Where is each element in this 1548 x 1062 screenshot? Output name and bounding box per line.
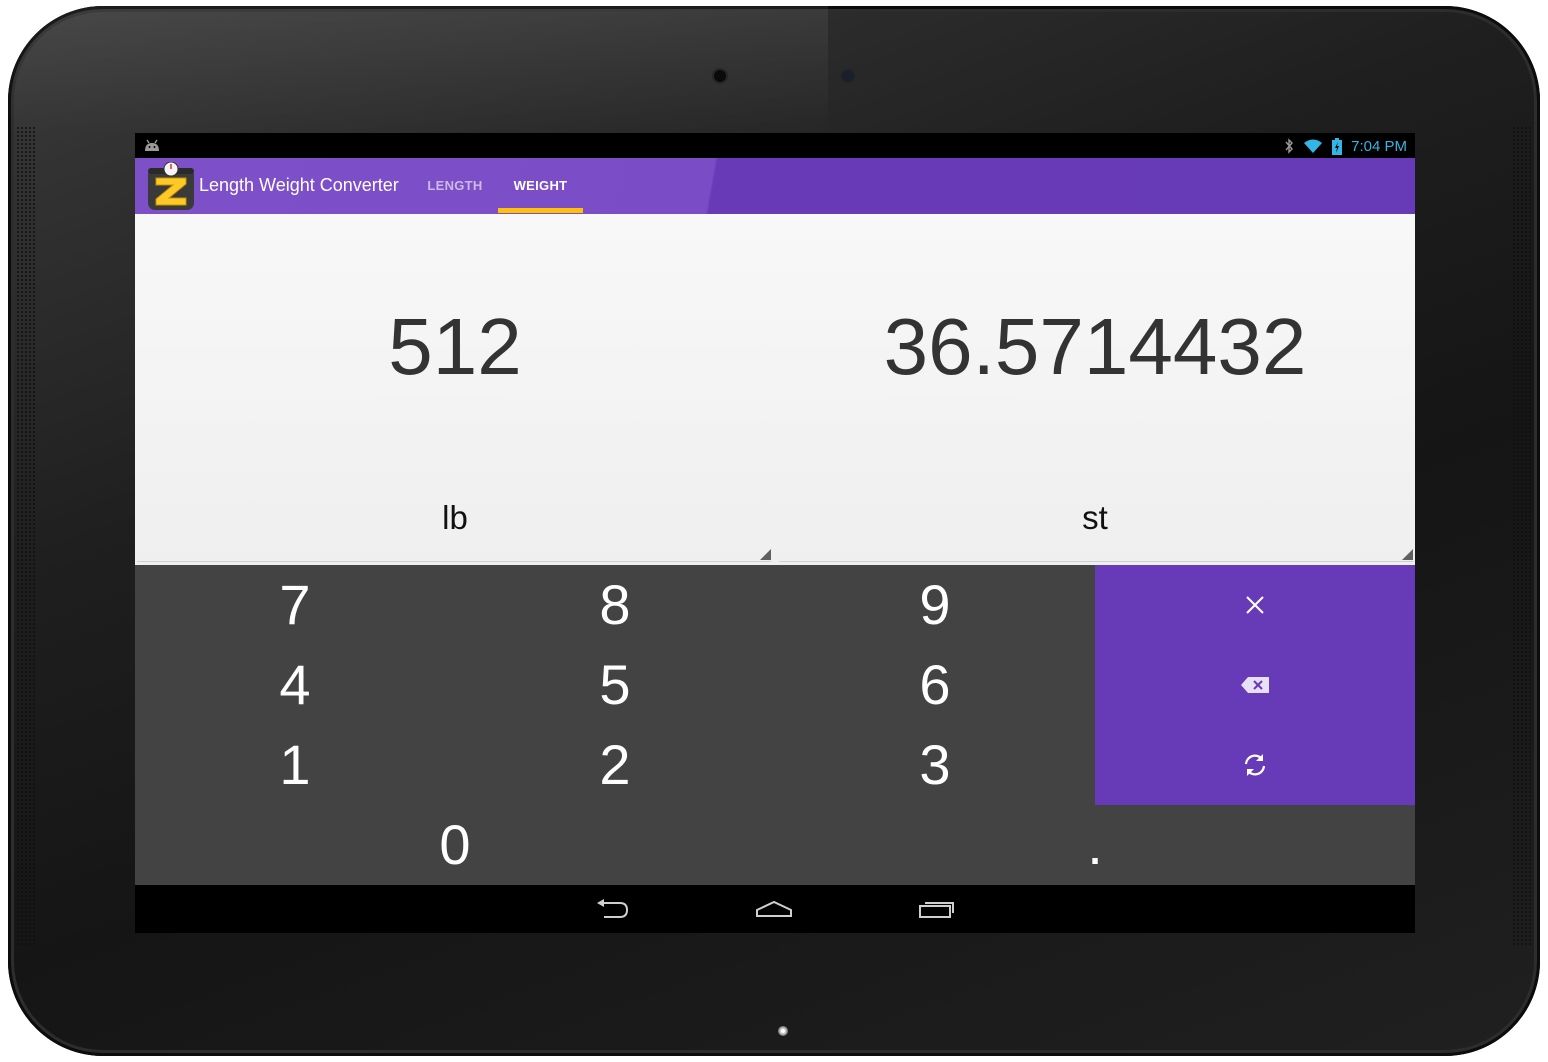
conversion-display: 512 36.5714432 lb st xyxy=(135,214,1415,565)
home-button[interactable] xyxy=(744,893,804,925)
key-0[interactable]: 0 xyxy=(295,805,615,885)
back-button[interactable] xyxy=(582,893,642,925)
swap-units-button[interactable] xyxy=(1095,725,1415,805)
action-panel xyxy=(1095,565,1415,805)
status-clock: 7:04 PM xyxy=(1351,137,1407,155)
back-icon xyxy=(597,899,629,918)
key-9[interactable]: 9 xyxy=(775,565,1095,645)
input-unit-underline xyxy=(137,561,771,562)
status-icons: 7:04 PM xyxy=(1284,136,1407,156)
key-1[interactable]: 1 xyxy=(135,725,455,805)
backspace-icon xyxy=(1241,677,1269,693)
bluetooth-icon xyxy=(1285,138,1294,154)
key-2[interactable]: 2 xyxy=(455,725,775,805)
app-bar: Length Weight Converter LENGTH WEIGHT xyxy=(135,158,1415,214)
speaker-grille-right xyxy=(1512,126,1532,946)
bezel-sheen xyxy=(8,6,828,136)
key-5[interactable]: 5 xyxy=(455,645,775,725)
speaker-grille-left xyxy=(16,126,36,946)
tab-weight[interactable]: WEIGHT xyxy=(498,158,583,214)
input-unit-spinner[interactable]: lb xyxy=(135,498,775,538)
notification-led xyxy=(778,1026,788,1036)
status-bar: 7:04 PM xyxy=(135,133,1415,158)
key-7[interactable]: 7 xyxy=(135,565,455,645)
dropdown-arrow-icon[interactable] xyxy=(1402,549,1413,560)
selected-tab-indicator xyxy=(498,208,583,213)
navigation-bar xyxy=(135,885,1415,933)
tab-length[interactable]: LENGTH xyxy=(413,158,497,214)
battery-icon xyxy=(1332,137,1343,155)
home-icon xyxy=(756,900,792,917)
input-value[interactable]: 512 xyxy=(135,302,775,392)
clear-icon xyxy=(1246,596,1264,614)
clear-button[interactable] xyxy=(1095,565,1415,645)
output-unit-spinner[interactable]: st xyxy=(775,498,1415,538)
recent-apps-icon xyxy=(919,902,954,918)
key-4[interactable]: 4 xyxy=(135,645,455,725)
key-6[interactable]: 6 xyxy=(775,645,1095,725)
light-sensor xyxy=(714,70,726,82)
output-value: 36.5714432 xyxy=(883,302,1307,391)
swap-refresh-icon xyxy=(1244,754,1266,776)
android-notification-icon xyxy=(145,139,159,151)
app-title: Length Weight Converter xyxy=(199,175,399,195)
output-unit-underline xyxy=(779,561,1413,562)
wifi-icon xyxy=(1304,139,1323,153)
recent-apps-button[interactable] xyxy=(906,893,966,925)
screen: 7:04 PM Length Weight Converter LENGTH W… xyxy=(135,133,1415,933)
key-decimal-point[interactable]: . xyxy=(935,805,1255,885)
dropdown-arrow-icon[interactable] xyxy=(760,549,771,560)
key-8[interactable]: 8 xyxy=(455,565,775,645)
key-3[interactable]: 3 xyxy=(775,725,1095,805)
backspace-button[interactable] xyxy=(1095,645,1415,725)
keypad: 7 8 9 4 5 6 1 2 3 0 . xyxy=(135,565,1415,885)
app-logo-icon xyxy=(148,162,194,210)
front-camera xyxy=(842,70,854,82)
